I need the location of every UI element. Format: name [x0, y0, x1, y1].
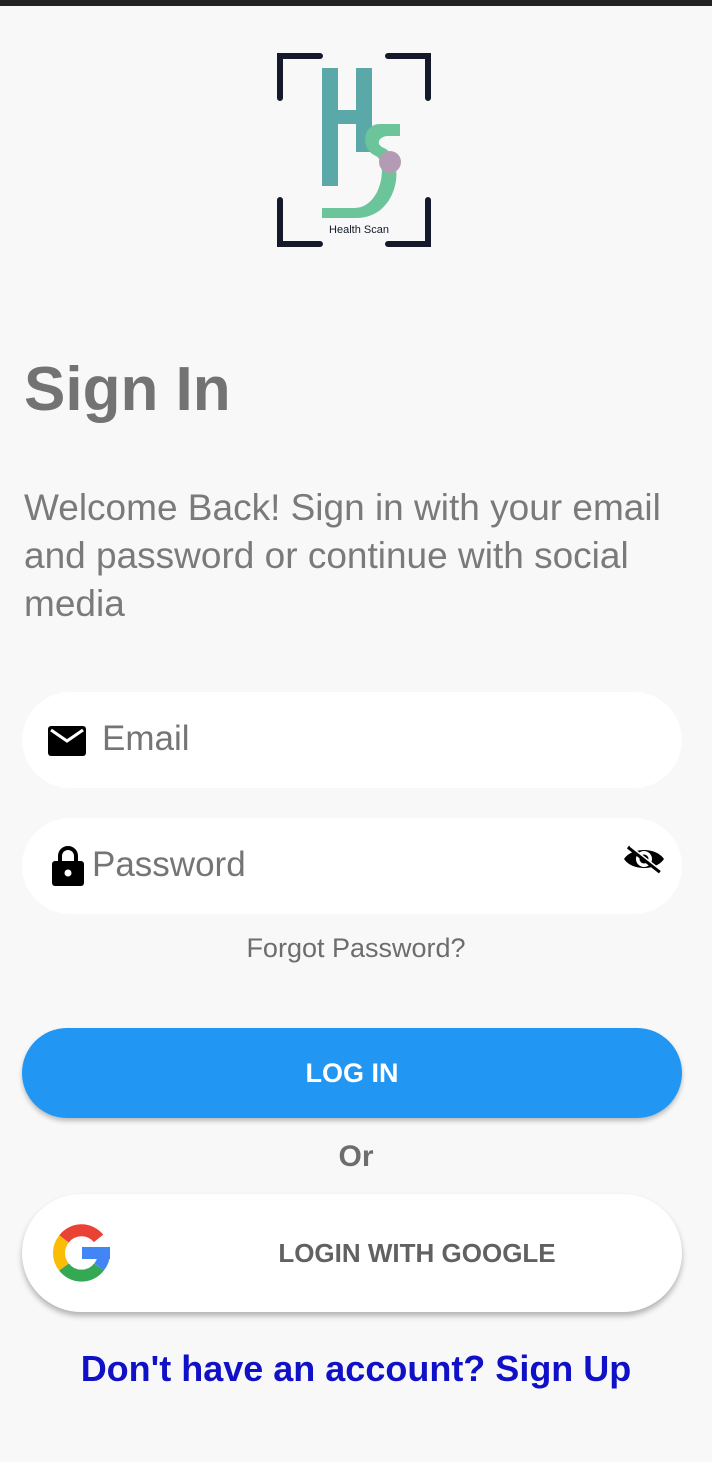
- page-subtitle: Welcome Back! Sign in with your email an…: [24, 487, 661, 624]
- health-scan-logo-icon: Health Scan: [277, 53, 431, 247]
- signup-link[interactable]: Don't have an account? Sign Up: [0, 1348, 712, 1390]
- email-field[interactable]: Email: [22, 692, 682, 788]
- lock-icon: [52, 844, 84, 891]
- app-logo: Health Scan: [272, 46, 436, 254]
- status-bar-edge: [0, 0, 712, 6]
- or-divider-label: Or: [338, 1140, 374, 1173]
- mail-icon: [48, 726, 86, 761]
- page-title: Sign In: [24, 355, 231, 424]
- email-placeholder: Email: [102, 719, 190, 758]
- login-button[interactable]: LOG IN: [22, 1028, 682, 1118]
- google-login-button[interactable]: LOGIN WITH GOOGLE: [22, 1194, 682, 1312]
- google-icon: [52, 1223, 112, 1283]
- password-placeholder: Password: [92, 845, 246, 884]
- password-field[interactable]: Password: [22, 818, 682, 914]
- forgot-password-link[interactable]: Forgot Password?: [0, 933, 712, 964]
- logo-tagline: Health Scan: [329, 224, 389, 236]
- eye-hidden-icon[interactable]: [622, 844, 666, 879]
- google-login-label: LOGIN WITH GOOGLE: [278, 1238, 556, 1268]
